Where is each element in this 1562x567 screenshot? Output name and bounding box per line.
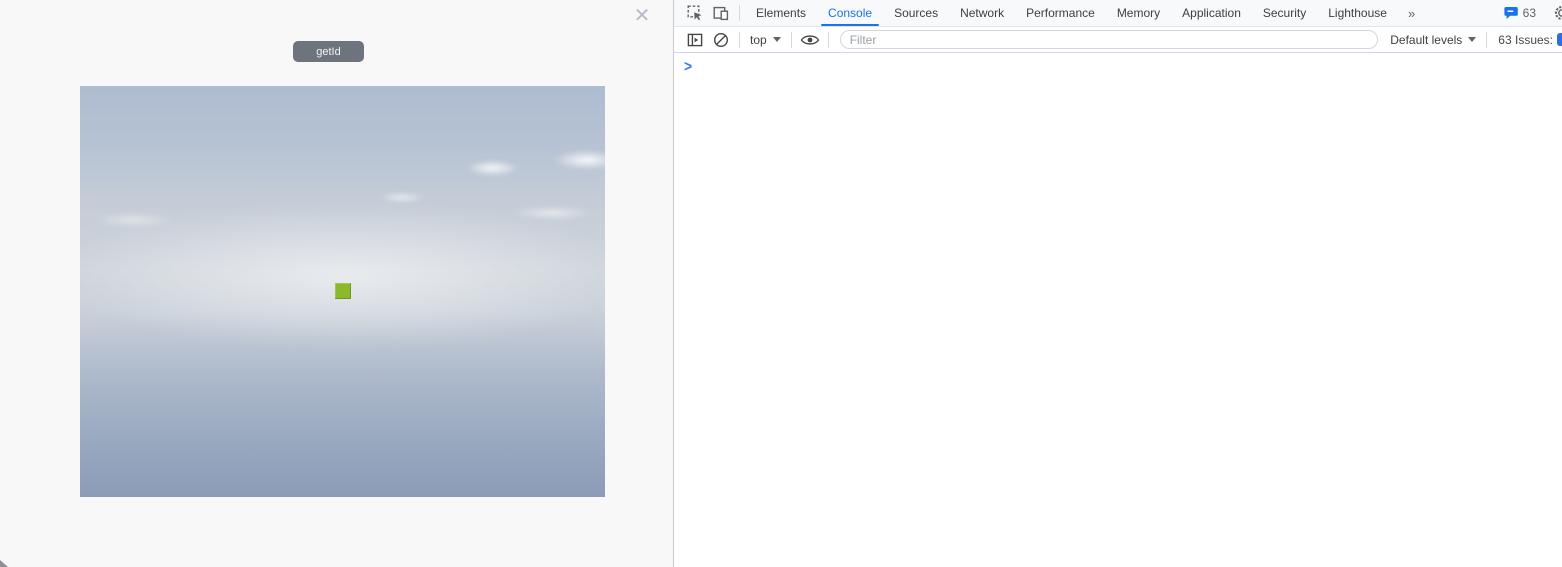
tab-console[interactable]: Console [817, 0, 883, 26]
tab-performance[interactable]: Performance [1015, 0, 1106, 26]
log-levels-label: Default levels [1390, 33, 1462, 47]
clear-console-icon [713, 32, 729, 48]
divider [739, 32, 740, 48]
divider [739, 5, 740, 21]
divider [1486, 32, 1487, 48]
live-expression-button[interactable] [797, 28, 823, 52]
console-prompt-chevron[interactable]: > [684, 57, 692, 75]
eye-icon [800, 33, 820, 47]
cloud [465, 160, 520, 176]
devtools-tabbar: Elements Console Sources Network Perform… [674, 0, 1562, 27]
log-levels-selector[interactable]: Default levels [1385, 33, 1481, 47]
inspect-icon [687, 5, 703, 21]
issues-toolbar-label[interactable]: 63 Issues: [1492, 33, 1557, 47]
settings-gear-icon[interactable] [1554, 5, 1562, 21]
console-toolbar: top Default levels 63 Issues: [674, 27, 1562, 53]
tab-label: Console [828, 6, 872, 20]
tab-label: Application [1182, 6, 1241, 20]
tab-elements[interactable]: Elements [745, 0, 817, 26]
issues-bubble-icon [1504, 6, 1519, 20]
tab-sources[interactable]: Sources [883, 0, 949, 26]
clear-console-button[interactable] [708, 28, 734, 52]
tab-network[interactable]: Network [949, 0, 1015, 26]
close-icon[interactable]: ✕ [630, 4, 654, 28]
device-toolbar-button[interactable] [708, 1, 734, 25]
cloud [94, 212, 174, 228]
issues-bubble-icon [1557, 33, 1562, 46]
tab-label: Lighthouse [1328, 6, 1387, 20]
tab-memory[interactable]: Memory [1106, 0, 1171, 26]
green-cube-object[interactable] [335, 283, 351, 299]
cloud [552, 150, 605, 170]
inspect-element-button[interactable] [682, 1, 708, 25]
tab-label: Memory [1117, 6, 1160, 20]
more-tabs-button[interactable]: » [1398, 0, 1426, 26]
cloud [512, 206, 592, 220]
tab-label: Security [1263, 6, 1306, 20]
device-toolbar-icon [713, 5, 729, 21]
cursor-fragment [0, 560, 8, 567]
issues-count: 63 [1523, 6, 1536, 20]
tab-label: Performance [1026, 6, 1095, 20]
tab-security[interactable]: Security [1252, 0, 1317, 26]
divider [828, 32, 829, 48]
console-sidebar-button[interactable] [682, 28, 708, 52]
tab-label: Elements [756, 6, 806, 20]
3d-scene-canvas[interactable] [80, 86, 605, 497]
divider [791, 32, 792, 48]
devtools-panel: Elements Console Sources Network Perform… [674, 0, 1562, 567]
tab-label: Sources [894, 6, 938, 20]
chevron-down-icon [773, 37, 781, 42]
context-selector[interactable]: top [745, 33, 786, 47]
console-filter-input[interactable] [840, 30, 1379, 49]
console-messages-area[interactable]: > [674, 53, 1562, 567]
page-pane: ✕ getId [0, 0, 674, 567]
tab-lighthouse[interactable]: Lighthouse [1317, 0, 1398, 26]
cloud [378, 192, 426, 203]
tab-label: Network [960, 6, 1004, 20]
issues-counter-button[interactable]: 63 [1498, 6, 1542, 20]
tab-application[interactable]: Application [1171, 0, 1252, 26]
getid-button[interactable]: getId [293, 41, 364, 62]
console-sidebar-icon [687, 32, 703, 48]
context-selector-label: top [750, 33, 767, 47]
chevron-down-icon [1468, 37, 1476, 42]
